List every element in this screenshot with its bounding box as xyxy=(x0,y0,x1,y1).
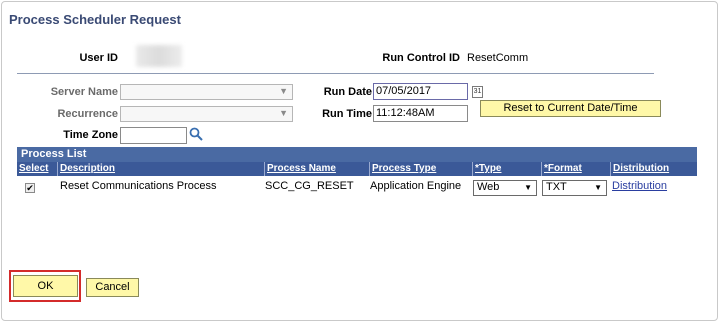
run-control-id-label: Run Control ID xyxy=(382,52,460,64)
chevron-down-icon: ▼ xyxy=(279,86,288,96)
server-name-label: Server Name xyxy=(50,86,118,98)
column-header-format[interactable]: *Format xyxy=(541,162,610,176)
run-date-input[interactable]: 07/05/2017 xyxy=(373,83,468,100)
user-id-label: User ID xyxy=(79,52,118,64)
column-header-select[interactable]: Select xyxy=(17,162,57,176)
server-name-select[interactable]: ▼ xyxy=(120,84,293,100)
chevron-down-icon: ▼ xyxy=(279,108,288,118)
recurrence-select[interactable]: ▼ xyxy=(120,106,293,122)
chevron-down-icon: ▼ xyxy=(594,183,602,192)
run-date-label: Run Date xyxy=(323,86,372,98)
row-format-select[interactable]: TXT ▼ xyxy=(542,180,607,196)
column-header-description[interactable]: Description xyxy=(57,162,264,176)
magnifier-lookup-icon[interactable] xyxy=(189,127,203,141)
row-select-checkbox[interactable]: ✔ xyxy=(25,183,35,193)
ok-button[interactable]: OK xyxy=(13,275,78,297)
run-control-id-value: ResetComm xyxy=(467,52,529,64)
process-list-header: Select Description Process Name Process … xyxy=(17,162,697,176)
row-distribution-link[interactable]: Distribution xyxy=(612,180,667,192)
run-time-label: Run Time xyxy=(322,108,372,120)
time-zone-label: Time Zone xyxy=(63,129,118,141)
row-process-name: SCC_CG_RESET xyxy=(265,180,354,192)
row-description: Reset Communications Process xyxy=(60,180,217,192)
row-type-value: Web xyxy=(477,181,500,193)
calendar-icon[interactable]: 31 xyxy=(472,86,483,98)
process-list-title: Process List xyxy=(17,147,697,162)
cancel-button[interactable]: Cancel xyxy=(86,278,139,297)
row-process-type: Application Engine xyxy=(370,180,462,192)
column-header-process-type[interactable]: Process Type xyxy=(369,162,472,176)
column-header-process-name[interactable]: Process Name xyxy=(264,162,369,176)
run-time-input[interactable]: 11:12:48AM xyxy=(373,105,468,122)
time-zone-input[interactable] xyxy=(120,127,187,144)
checkmark-icon: ✔ xyxy=(26,183,34,193)
user-id-value-redacted xyxy=(136,45,182,67)
row-type-select[interactable]: Web ▼ xyxy=(473,180,537,196)
recurrence-label: Recurrence xyxy=(57,108,118,120)
reset-to-current-date-time-button[interactable]: Reset to Current Date/Time xyxy=(480,100,661,117)
row-format-value: TXT xyxy=(546,181,567,193)
chevron-down-icon: ▼ xyxy=(524,183,532,192)
divider xyxy=(17,73,654,74)
column-header-type[interactable]: *Type xyxy=(472,162,541,176)
column-header-distribution[interactable]: Distribution xyxy=(610,162,697,176)
page-title: Process Scheduler Request xyxy=(9,12,181,27)
